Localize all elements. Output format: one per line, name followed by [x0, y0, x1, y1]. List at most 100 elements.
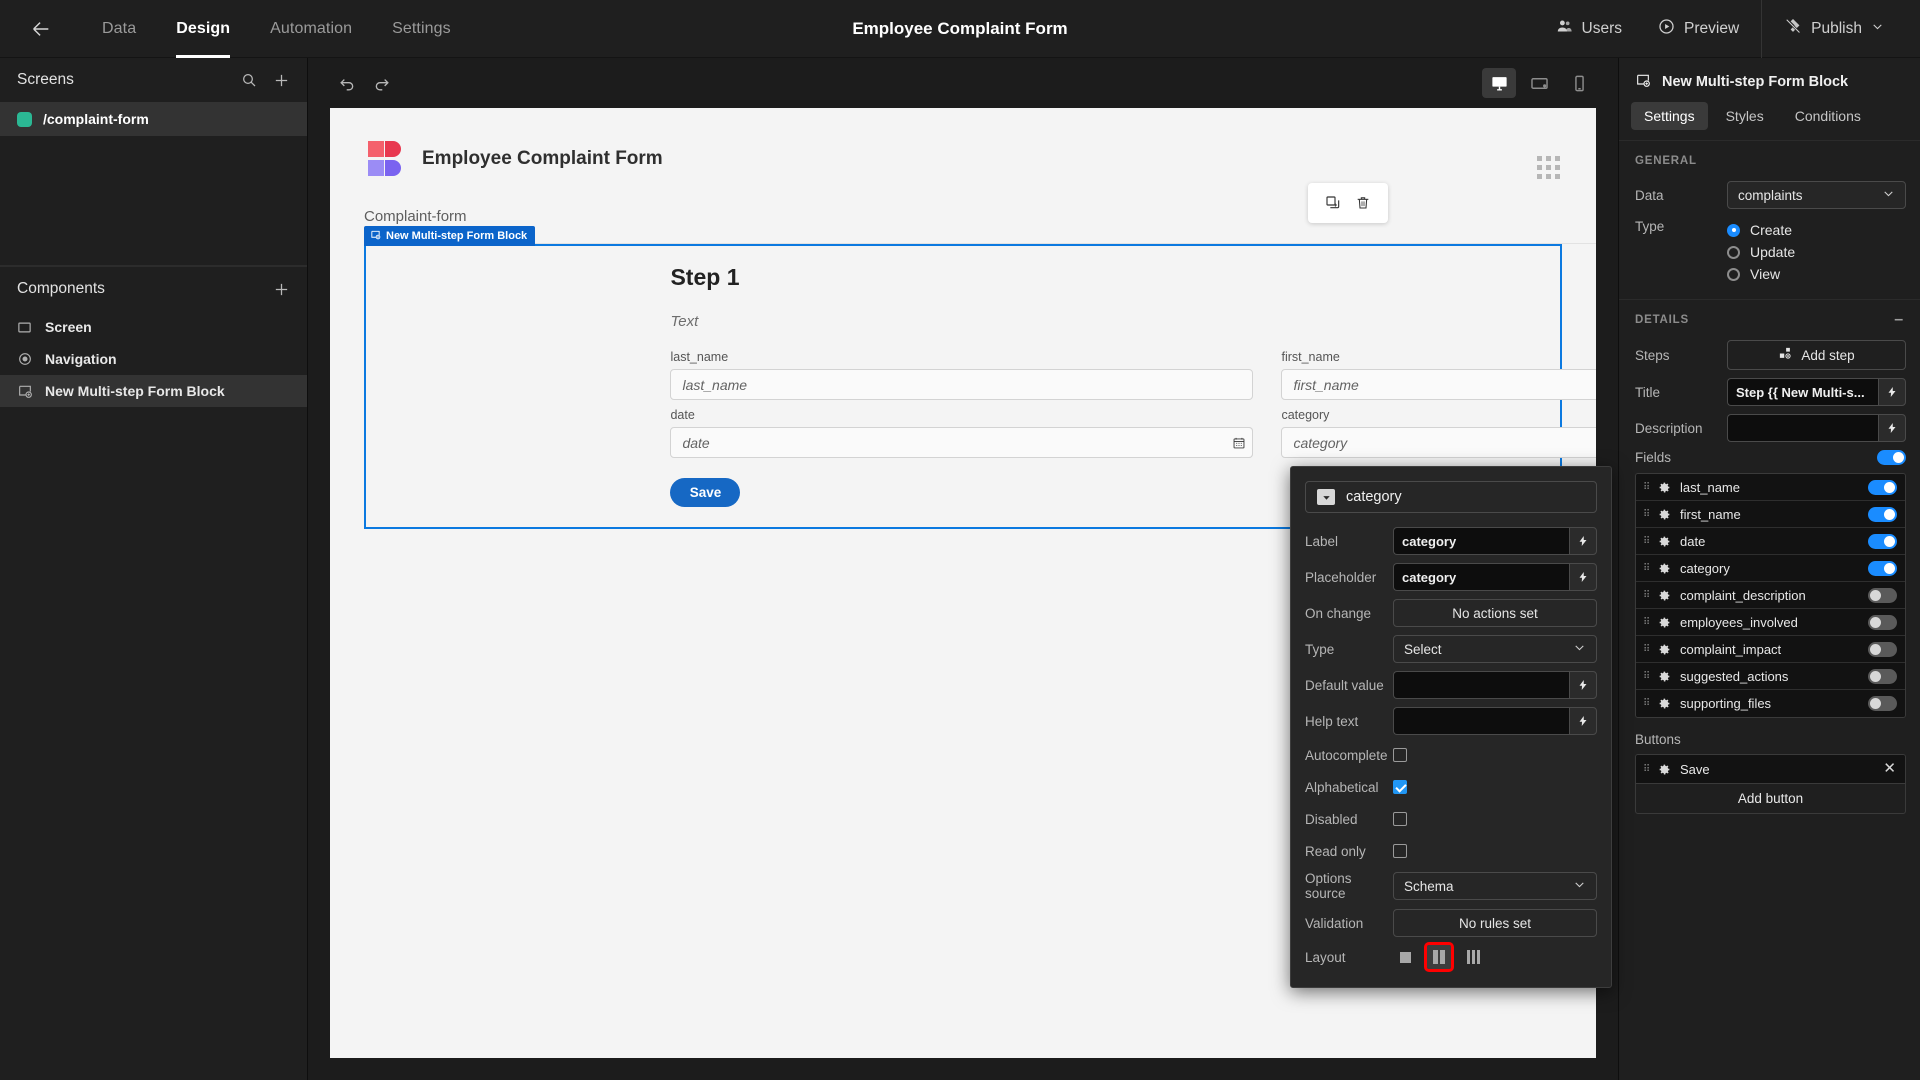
close-icon[interactable]: ✕: [1883, 761, 1896, 776]
save-button[interactable]: Save: [670, 478, 741, 507]
field-row-suggested_actions[interactable]: ⠿ suggested_actions: [1636, 663, 1905, 690]
radio-view[interactable]: View: [1727, 263, 1906, 285]
collapse-icon[interactable]: –: [1894, 312, 1904, 328]
field-toggle[interactable]: [1868, 479, 1897, 495]
users-button[interactable]: Users: [1538, 0, 1640, 58]
radio-create[interactable]: Create: [1727, 219, 1906, 241]
tab-conditions[interactable]: Conditions: [1782, 102, 1874, 130]
binding-bolt-icon[interactable]: [1569, 527, 1597, 555]
field-toggle[interactable]: [1868, 696, 1897, 711]
drag-handle-icon[interactable]: ⠿: [1643, 617, 1650, 627]
button-row-save[interactable]: ⠿ Save ✕: [1636, 755, 1905, 783]
date-input[interactable]: date: [670, 427, 1254, 458]
field-toggle[interactable]: [1868, 614, 1897, 630]
drag-handle-icon[interactable]: ⠿: [1643, 699, 1650, 709]
block-drag-handle[interactable]: [1537, 156, 1560, 179]
alphabetical-checkbox[interactable]: [1393, 780, 1407, 794]
undo-icon[interactable]: [330, 66, 364, 100]
field-toggle[interactable]: [1868, 506, 1897, 522]
step-title-input[interactable]: Step {{ New Multi-s...: [1727, 378, 1878, 406]
layout-two-column-button[interactable]: [1424, 942, 1454, 972]
gear-icon[interactable]: [1658, 763, 1671, 776]
category-select[interactable]: category: [1281, 427, 1596, 458]
field-row-complaint_description[interactable]: ⠿ complaint_description: [1636, 582, 1905, 609]
binding-bolt-icon[interactable]: [1569, 707, 1597, 735]
step-description-input[interactable]: [1727, 414, 1878, 442]
component-item-navigation[interactable]: Navigation: [0, 343, 307, 375]
gear-icon[interactable]: [1658, 697, 1671, 710]
field-toggle[interactable]: [1868, 641, 1897, 657]
layout-three-column-button[interactable]: [1461, 945, 1485, 969]
calendar-icon[interactable]: [1225, 427, 1254, 458]
field-type-select[interactable]: Select: [1393, 635, 1597, 663]
field-row-employees_involved[interactable]: ⠿ employees_involved: [1636, 609, 1905, 636]
label-input[interactable]: category: [1393, 527, 1569, 555]
binding-bolt-icon[interactable]: [1569, 671, 1597, 699]
add-screen-icon[interactable]: [273, 72, 290, 89]
component-item-screen[interactable]: Screen: [0, 311, 307, 343]
add-button-button[interactable]: Add button: [1636, 783, 1905, 813]
drag-handle-icon[interactable]: ⠿: [1643, 563, 1650, 573]
last-name-input[interactable]: last_name: [670, 369, 1254, 400]
tab-styles[interactable]: Styles: [1713, 102, 1777, 130]
field-toggle[interactable]: [1868, 587, 1897, 603]
duplicate-icon[interactable]: [1322, 192, 1344, 214]
nav-tab-settings[interactable]: Settings: [372, 0, 471, 58]
gear-icon[interactable]: [1658, 535, 1671, 548]
default-value-input[interactable]: [1393, 671, 1569, 699]
first-name-input[interactable]: first_name: [1281, 369, 1596, 400]
tab-settings[interactable]: Settings: [1631, 102, 1708, 130]
device-desktop-button[interactable]: [1482, 68, 1516, 98]
add-step-button[interactable]: Add step: [1727, 340, 1906, 370]
binding-bolt-icon[interactable]: [1878, 414, 1906, 442]
options-source-select[interactable]: Schema: [1393, 872, 1597, 900]
gear-icon[interactable]: [1658, 589, 1671, 602]
fields-master-toggle[interactable]: [1877, 450, 1906, 465]
drag-handle-icon[interactable]: ⠿: [1643, 644, 1650, 654]
back-button[interactable]: [18, 0, 64, 58]
help-text-input[interactable]: [1393, 707, 1569, 735]
field-row-category[interactable]: ⠿ category: [1636, 555, 1905, 582]
drag-handle-icon[interactable]: ⠿: [1643, 482, 1650, 492]
drag-handle-icon[interactable]: ⠿: [1643, 536, 1650, 546]
placeholder-input[interactable]: category: [1393, 563, 1569, 591]
gear-icon[interactable]: [1658, 508, 1671, 521]
autocomplete-checkbox[interactable]: [1393, 748, 1407, 762]
field-row-last_name[interactable]: ⠿ last_name: [1636, 474, 1905, 501]
gear-icon[interactable]: [1658, 616, 1671, 629]
field-toggle[interactable]: [1868, 668, 1897, 684]
nav-tab-data[interactable]: Data: [82, 0, 156, 58]
field-toggle[interactable]: [1868, 560, 1897, 576]
redo-icon[interactable]: [364, 66, 398, 100]
onchange-actions-button[interactable]: No actions set: [1393, 599, 1597, 627]
field-row-complaint_impact[interactable]: ⠿ complaint_impact: [1636, 636, 1905, 663]
radio-update[interactable]: Update: [1727, 241, 1906, 263]
binding-bolt-icon[interactable]: [1878, 378, 1906, 406]
read-only-checkbox[interactable]: [1393, 844, 1407, 858]
drag-handle-icon[interactable]: ⠿: [1643, 509, 1650, 519]
component-item-new-multi-step-form-block[interactable]: New Multi-step Form Block: [0, 375, 307, 407]
preview-button[interactable]: Preview: [1640, 0, 1757, 58]
add-component-icon[interactable]: [273, 281, 290, 298]
gear-icon[interactable]: [1658, 670, 1671, 683]
validation-rules-button[interactable]: No rules set: [1393, 909, 1597, 937]
block-tag-badge[interactable]: New Multi-step Form Block: [364, 226, 536, 246]
nav-tab-design[interactable]: Design: [156, 0, 250, 58]
device-tablet-button[interactable]: [1522, 68, 1556, 98]
publish-button[interactable]: Publish: [1766, 0, 1902, 58]
layout-one-column-button[interactable]: [1393, 945, 1417, 969]
field-row-first_name[interactable]: ⠿ first_name: [1636, 501, 1905, 528]
data-source-select[interactable]: complaints: [1727, 181, 1906, 209]
device-mobile-button[interactable]: [1562, 68, 1596, 98]
trash-icon[interactable]: [1352, 192, 1374, 214]
nav-tab-automation[interactable]: Automation: [250, 0, 372, 58]
disabled-checkbox[interactable]: [1393, 812, 1407, 826]
sidebar-item-complaint-form[interactable]: /complaint-form: [0, 102, 307, 136]
binding-bolt-icon[interactable]: [1569, 563, 1597, 591]
drag-handle-icon[interactable]: ⠿: [1643, 764, 1650, 774]
gear-icon[interactable]: [1658, 481, 1671, 494]
gear-icon[interactable]: [1658, 562, 1671, 575]
field-row-supporting_files[interactable]: ⠿ supporting_files: [1636, 690, 1905, 717]
field-row-date[interactable]: ⠿ date: [1636, 528, 1905, 555]
gear-icon[interactable]: [1658, 643, 1671, 656]
